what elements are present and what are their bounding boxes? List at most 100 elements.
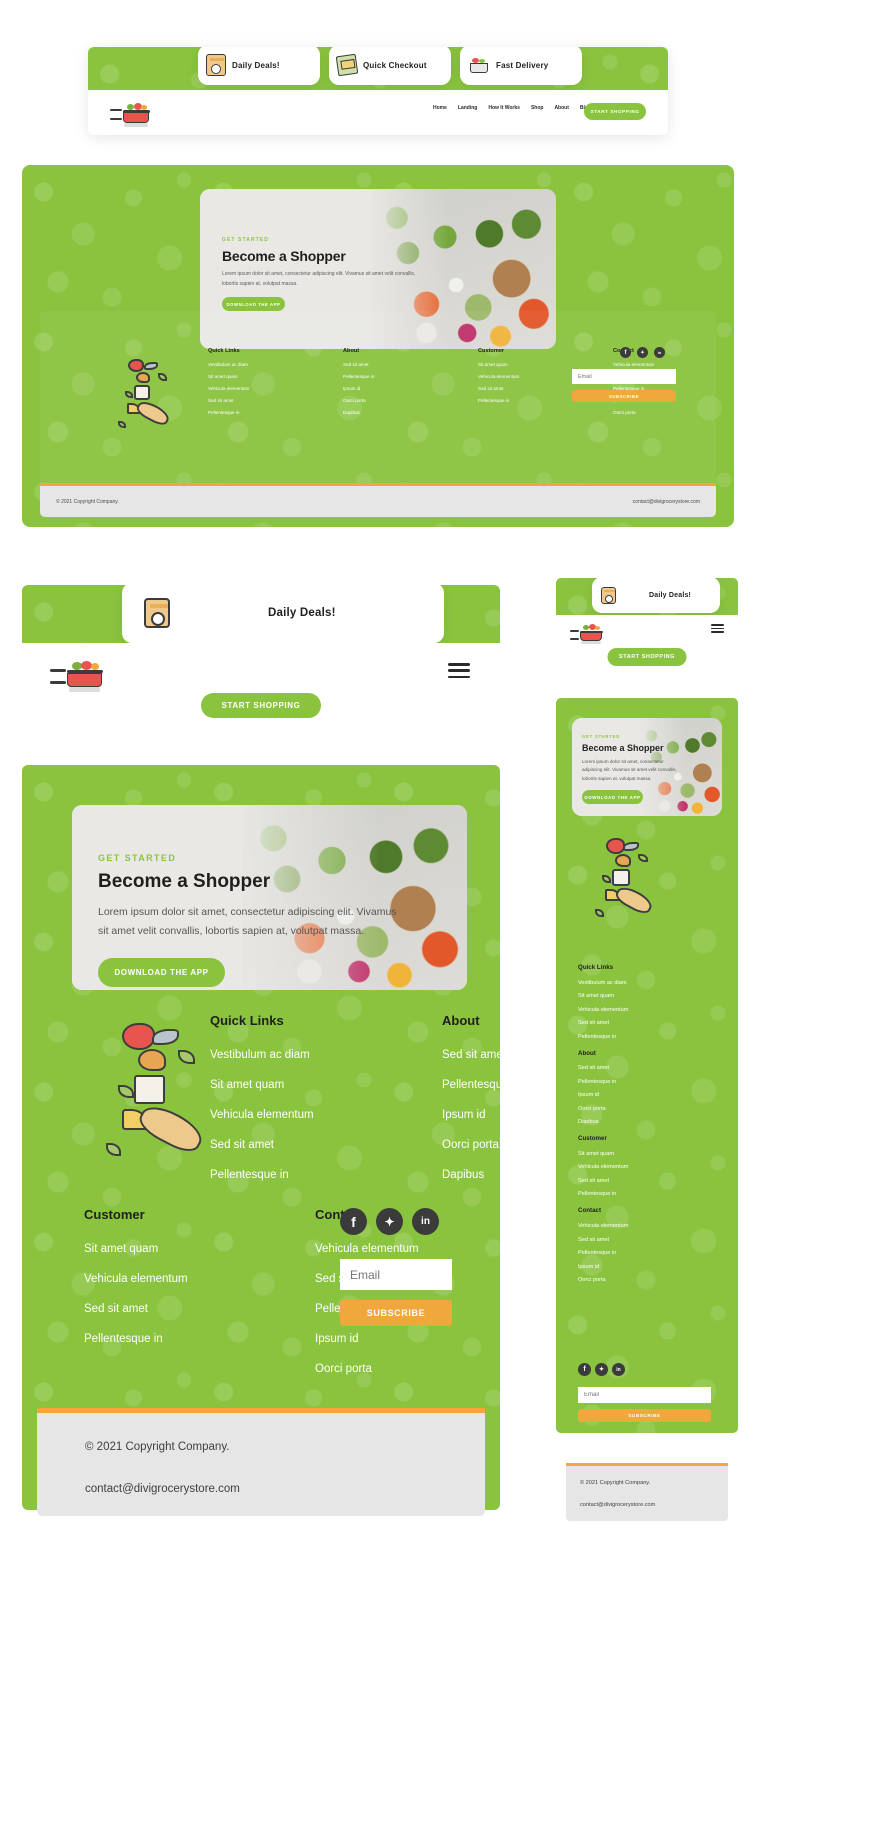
download-the-app-button[interactable]: DOWNLOAD THE APP: [582, 790, 643, 805]
footer-link[interactable]: Ipsum id: [578, 1092, 718, 1098]
footer-link[interactable]: Pellentesque in: [210, 1169, 338, 1181]
footer-link[interactable]: Pellentesque in: [84, 1333, 212, 1345]
footer-link[interactable]: Sed sit amet: [578, 1178, 718, 1184]
footer-link[interactable]: Oorci porta: [613, 410, 713, 415]
footer-link[interactable]: Sed sit amet: [343, 362, 443, 367]
clipboard-deals-icon: [206, 54, 226, 76]
email-input[interactable]: [578, 1387, 711, 1403]
nav-item-home[interactable]: Home: [433, 105, 447, 111]
linkedin-icon[interactable]: in: [612, 1363, 625, 1376]
footer-link[interactable]: Vestibulum ac diam: [208, 362, 308, 367]
footer-link[interactable]: Pellentesque in: [578, 1191, 718, 1197]
footer-link[interactable]: Vehicula elementum: [478, 374, 578, 379]
footer-link[interactable]: Oorci porta: [442, 1139, 500, 1151]
footer-link[interactable]: Sit amet quam: [210, 1079, 338, 1091]
twitter-icon[interactable]: ✦: [637, 347, 648, 358]
footer-column-contact: Contact Vehicula elementum Sed sit amet Pel…: [578, 1207, 718, 1283]
footer-column-title: About: [343, 348, 360, 354]
footer-link[interactable]: Sed sit amet: [478, 386, 578, 391]
footer-link[interactable]: Ipsum id: [343, 386, 443, 391]
download-the-app-button[interactable]: DOWNLOAD THE APP: [98, 957, 225, 987]
footer-link[interactable]: Vehicula elementum: [578, 1007, 718, 1013]
footer-link[interactable]: Sit amet quam: [84, 1243, 212, 1255]
footer-link[interactable]: Ipsum id: [442, 1109, 500, 1121]
footer-link[interactable]: Vestibulum ac diam: [210, 1049, 338, 1061]
footer-column-about: About Sed sit amet Pellentesque in Ipsum id…: [343, 348, 443, 422]
download-the-app-button[interactable]: DOWNLOAD THE APP: [222, 297, 285, 311]
grocery-basket-logo[interactable]: [50, 655, 106, 692]
start-shopping-button[interactable]: START SHOPPING: [607, 648, 687, 666]
footer-link[interactable]: Dapibus: [578, 1119, 718, 1125]
tablet-hero-panel: GET STARTED Become a Shopper Lorem ipsum…: [72, 805, 467, 990]
start-shopping-button[interactable]: START SHOPPING: [584, 103, 646, 120]
nav-item-how-it-works[interactable]: How It Works: [488, 105, 520, 111]
twitter-icon[interactable]: ✦: [376, 1208, 403, 1235]
subscribe-button[interactable]: SUBSCRIBE: [572, 390, 676, 402]
footer-link[interactable]: Sed sit amet: [578, 1237, 718, 1243]
social-icon-row: f ✦ in: [620, 347, 680, 358]
tablet-footer-subscribe: f ✦ in SUBSCRIBE: [340, 1208, 460, 1326]
footer-link[interactable]: Pellentesque in: [208, 410, 308, 415]
email-input[interactable]: [340, 1259, 452, 1290]
feature-card[interactable]: Fast Delivery: [460, 47, 582, 85]
footer-link[interactable]: Vehicula elementum: [84, 1273, 212, 1285]
grocery-basket-logo[interactable]: [570, 621, 604, 644]
hamburger-menu-icon[interactable]: [711, 624, 724, 633]
footer-link[interactable]: Vestibulum ac diam: [578, 980, 718, 986]
facebook-icon[interactable]: f: [340, 1208, 367, 1235]
footer-link[interactable]: Vehicula elementum: [578, 1223, 718, 1229]
feature-card[interactable]: Daily Deals!: [198, 47, 320, 85]
footer-link[interactable]: Sed sit amet: [210, 1139, 338, 1151]
linkedin-icon[interactable]: in: [654, 347, 665, 358]
footer-link[interactable]: Sed sit amet: [578, 1020, 718, 1026]
subscribe-button[interactable]: SUBSCRIBE: [578, 1409, 711, 1422]
subscribe-button[interactable]: SUBSCRIBE: [340, 1300, 452, 1326]
footer-link[interactable]: Sit amet quam: [478, 362, 578, 367]
footer-link[interactable]: Sit amet quam: [208, 374, 308, 379]
footer-link[interactable]: Pellentesque in: [442, 1079, 500, 1091]
copyright-text: © 2021 Copyright Company.: [580, 1480, 651, 1486]
footer-link[interactable]: Pellentesque in: [578, 1034, 718, 1040]
footer-link[interactable]: Pellentesque in: [343, 374, 443, 379]
twitter-icon[interactable]: ✦: [595, 1363, 608, 1376]
grocery-basket-logo[interactable]: [110, 98, 152, 127]
nav-item-about[interactable]: About: [554, 105, 568, 111]
email-input[interactable]: [572, 369, 676, 384]
footer-link[interactable]: Oorci porta: [578, 1277, 718, 1283]
contact-email-text: contact@divigrocerystore.com: [580, 1502, 656, 1508]
mobile-hero-panel: GET STARTED Become a Shopper Lorem ipsum…: [572, 718, 722, 816]
tablet-copyright-bar: © 2021 Copyright Company. contact@divigr…: [37, 1408, 485, 1516]
nav-item-landing[interactable]: Landing: [458, 105, 477, 111]
footer-link[interactable]: Dapibus: [442, 1169, 500, 1181]
feature-card[interactable]: Quick Checkout: [329, 47, 451, 85]
footer-link[interactable]: Sit amet quam: [578, 993, 718, 999]
footer-link[interactable]: Sed sit amet: [84, 1303, 212, 1315]
facebook-icon[interactable]: f: [620, 347, 631, 358]
footer-link[interactable]: Sit amet quam: [578, 1151, 718, 1157]
footer-link[interactable]: Vehicula elementum: [578, 1164, 718, 1170]
footer-link[interactable]: Pellentesque in: [478, 398, 578, 403]
footer-link[interactable]: Ipsum id: [315, 1333, 443, 1345]
mobile-footer-subscribe: f ✦ in SUBSCRIBE: [578, 1363, 718, 1422]
footer-link[interactable]: Oorci porta: [578, 1106, 718, 1112]
footer-link[interactable]: Sed sit amet: [578, 1065, 718, 1071]
facebook-icon[interactable]: f: [578, 1363, 591, 1376]
footer-link[interactable]: Vehicula elementum: [208, 386, 308, 391]
footer-link[interactable]: Sed sit amet: [208, 398, 308, 403]
hero-title: Become a Shopper: [582, 743, 664, 753]
footer-link[interactable]: Dapibus: [343, 410, 443, 415]
footer-column-title: Quick Links: [210, 1013, 284, 1028]
feature-card[interactable]: Daily Deals!: [122, 585, 444, 643]
footer-link[interactable]: Ipsum id: [578, 1264, 718, 1270]
hamburger-menu-icon[interactable]: [448, 663, 470, 678]
nav-item-shop[interactable]: Shop: [531, 105, 544, 111]
footer-link[interactable]: Sed sit amet: [442, 1049, 500, 1061]
footer-link[interactable]: Vehicula elementum: [210, 1109, 338, 1121]
footer-link[interactable]: Pellentesque in: [578, 1079, 718, 1085]
footer-link[interactable]: Pellentesque in: [578, 1250, 718, 1256]
feature-card[interactable]: Daily Deals!: [592, 578, 720, 613]
linkedin-icon[interactable]: in: [412, 1208, 439, 1235]
footer-link[interactable]: Oorci porta: [315, 1363, 443, 1375]
start-shopping-button[interactable]: START SHOPPING: [201, 693, 321, 718]
footer-link[interactable]: Oorci porta: [343, 398, 443, 403]
